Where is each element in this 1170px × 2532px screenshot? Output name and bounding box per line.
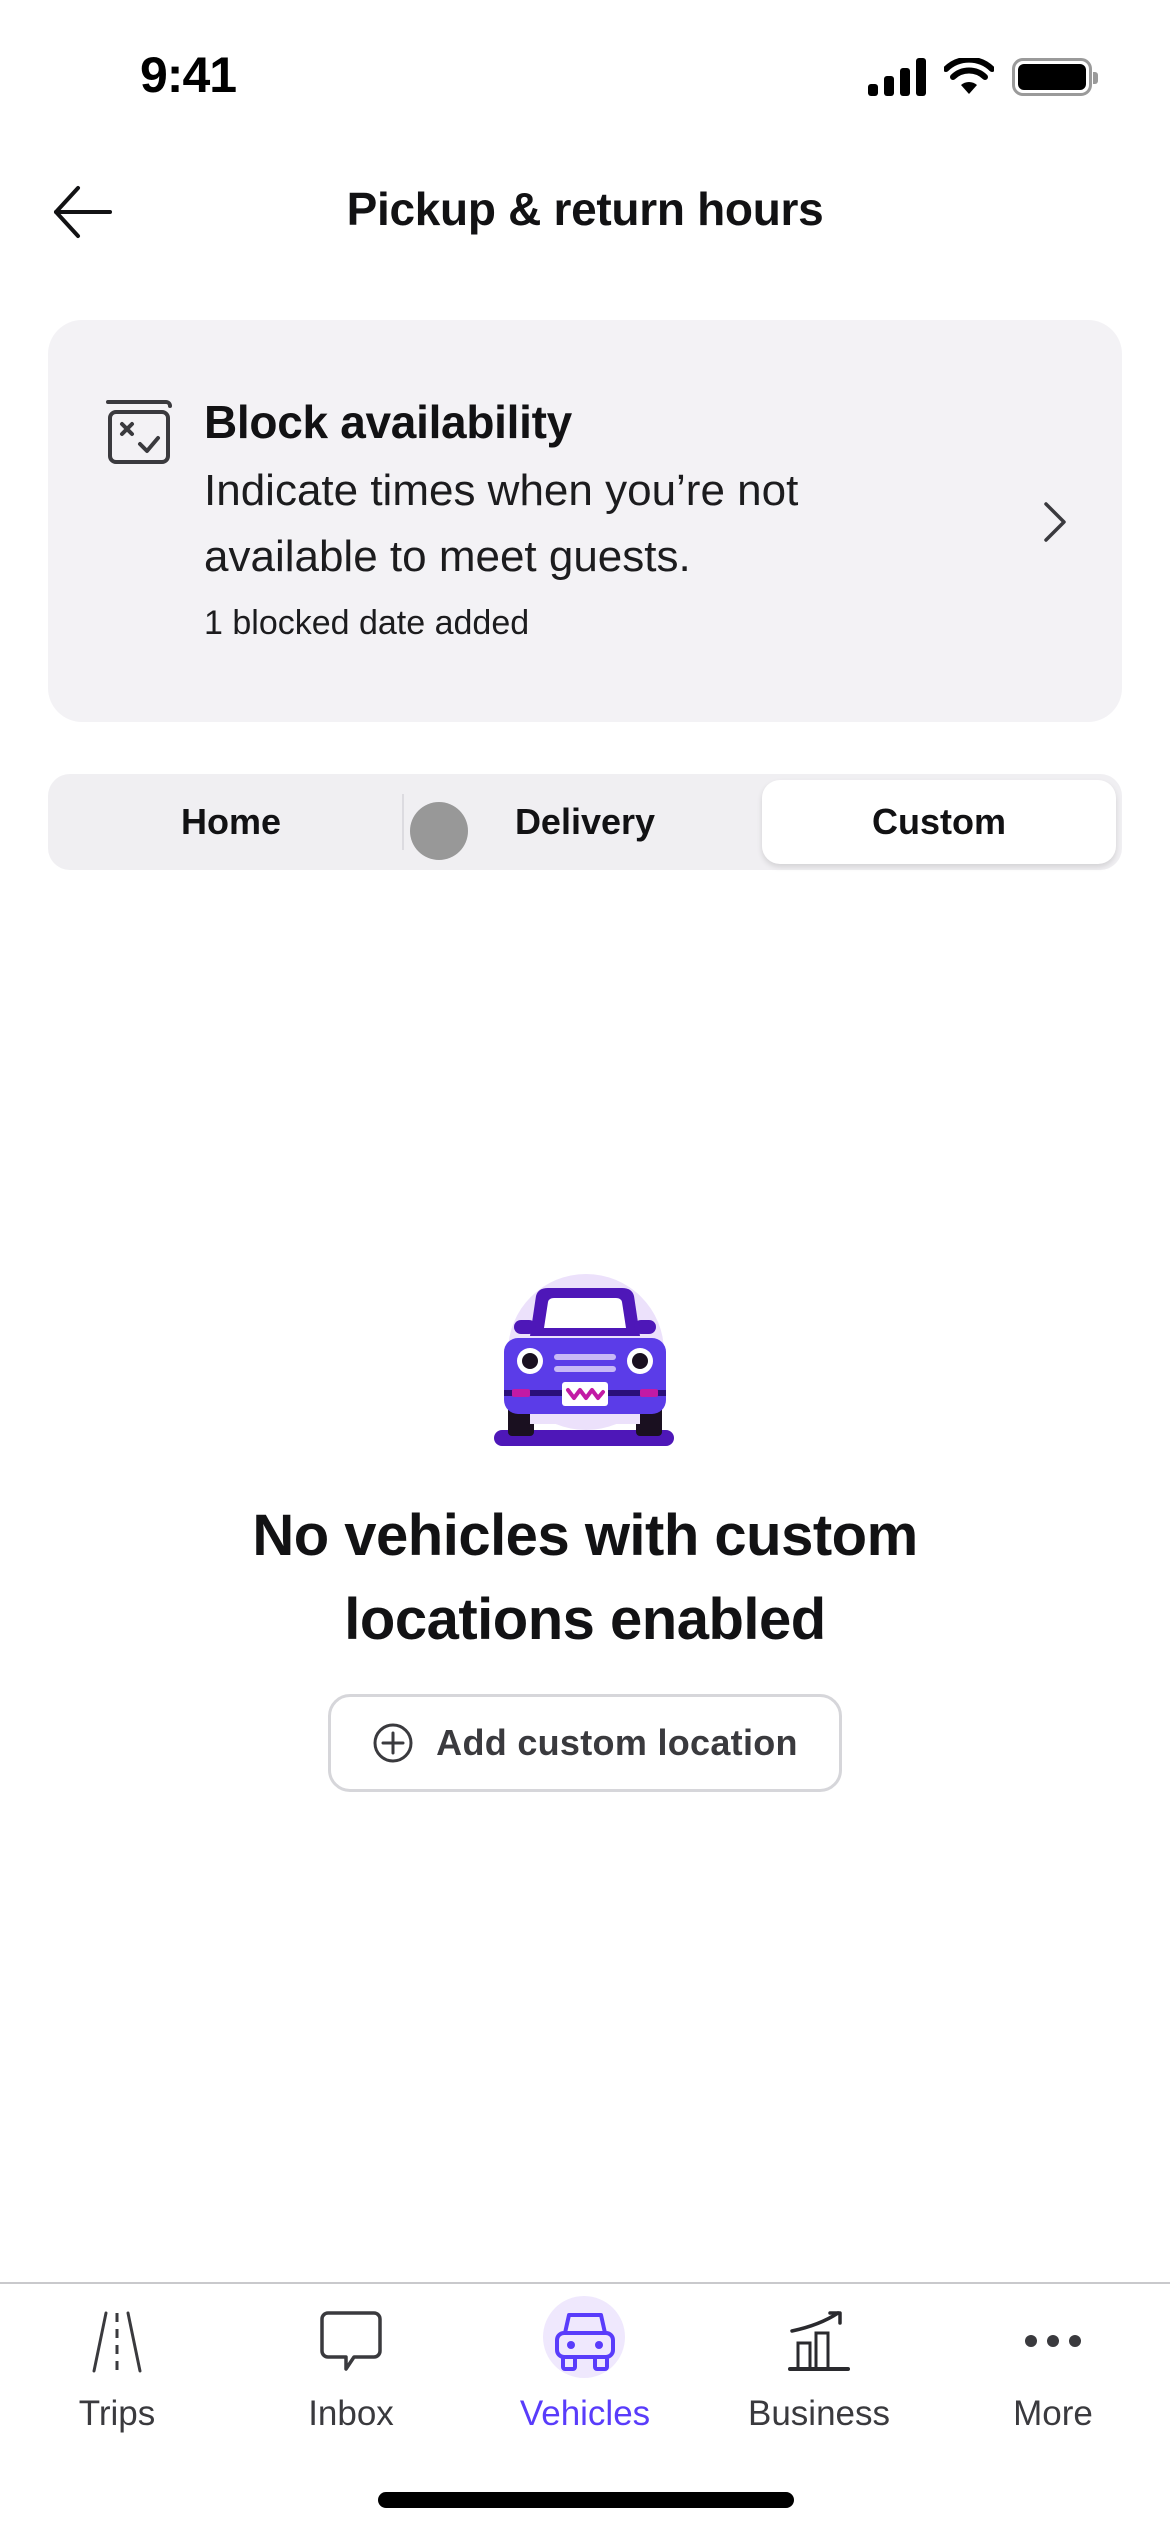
segment-home[interactable]: Home	[54, 780, 408, 864]
tab-vehicles-label: Vehicles	[519, 2394, 651, 2433]
status-icons	[868, 58, 1098, 96]
blocked-dates-count: 1 blocked date added	[204, 604, 530, 642]
car-icon	[555, 2313, 615, 2371]
road-icon	[92, 2311, 142, 2373]
touch-indicator	[410, 802, 468, 860]
empty-state-title: No vehicles with custom locations enable…	[252, 1503, 918, 1652]
page-title: Pickup & return hours	[346, 183, 824, 235]
tab-inbox-label: Inbox	[308, 2394, 394, 2433]
tab-more-label: More	[1013, 2394, 1093, 2433]
location-type-segmented-control: Home Delivery Custom	[48, 774, 1122, 870]
block-availability-description: Indicate times when you’re not available…	[204, 466, 799, 581]
add-custom-location-label: Add custom location	[436, 1722, 798, 1763]
header: Pickup & return hours	[0, 160, 1170, 260]
home-indicator	[378, 2492, 794, 2508]
purple-car-illustration	[494, 1274, 674, 1446]
tab-business[interactable]: Business	[702, 2284, 936, 2434]
tab-inbox[interactable]: Inbox	[234, 2284, 468, 2434]
battery-icon	[1012, 58, 1098, 96]
tab-trips-label: Trips	[78, 2394, 156, 2433]
plus-circle-icon	[373, 1723, 413, 1763]
tab-vehicles[interactable]: Vehicles	[468, 2284, 702, 2434]
tab-more[interactable]: More	[936, 2284, 1170, 2434]
tab-business-label: Business	[747, 2394, 891, 2433]
block-availability-card[interactable]: Block availability Indicate times when y…	[48, 320, 1122, 722]
bar-chart-trend-icon	[788, 2311, 850, 2371]
block-availability-content: Block availability Indicate times when y…	[204, 394, 924, 643]
wifi-icon	[944, 58, 994, 94]
segment-custom[interactable]: Custom	[762, 780, 1116, 864]
more-dots-icon	[1025, 2335, 1081, 2347]
calendar-block-icon	[106, 400, 172, 464]
chat-bubble-icon	[320, 2311, 382, 2371]
block-availability-title: Block availability	[204, 396, 572, 448]
segment-divider	[402, 794, 404, 850]
add-custom-location-button[interactable]: Add custom location	[328, 1694, 842, 1792]
tab-trips[interactable]: Trips	[0, 2284, 234, 2434]
cellular-signal-icon	[868, 58, 926, 96]
status-time: 9:41	[140, 47, 237, 103]
status-bar: 9:41	[0, 0, 1170, 150]
chevron-right-icon	[1044, 502, 1066, 542]
